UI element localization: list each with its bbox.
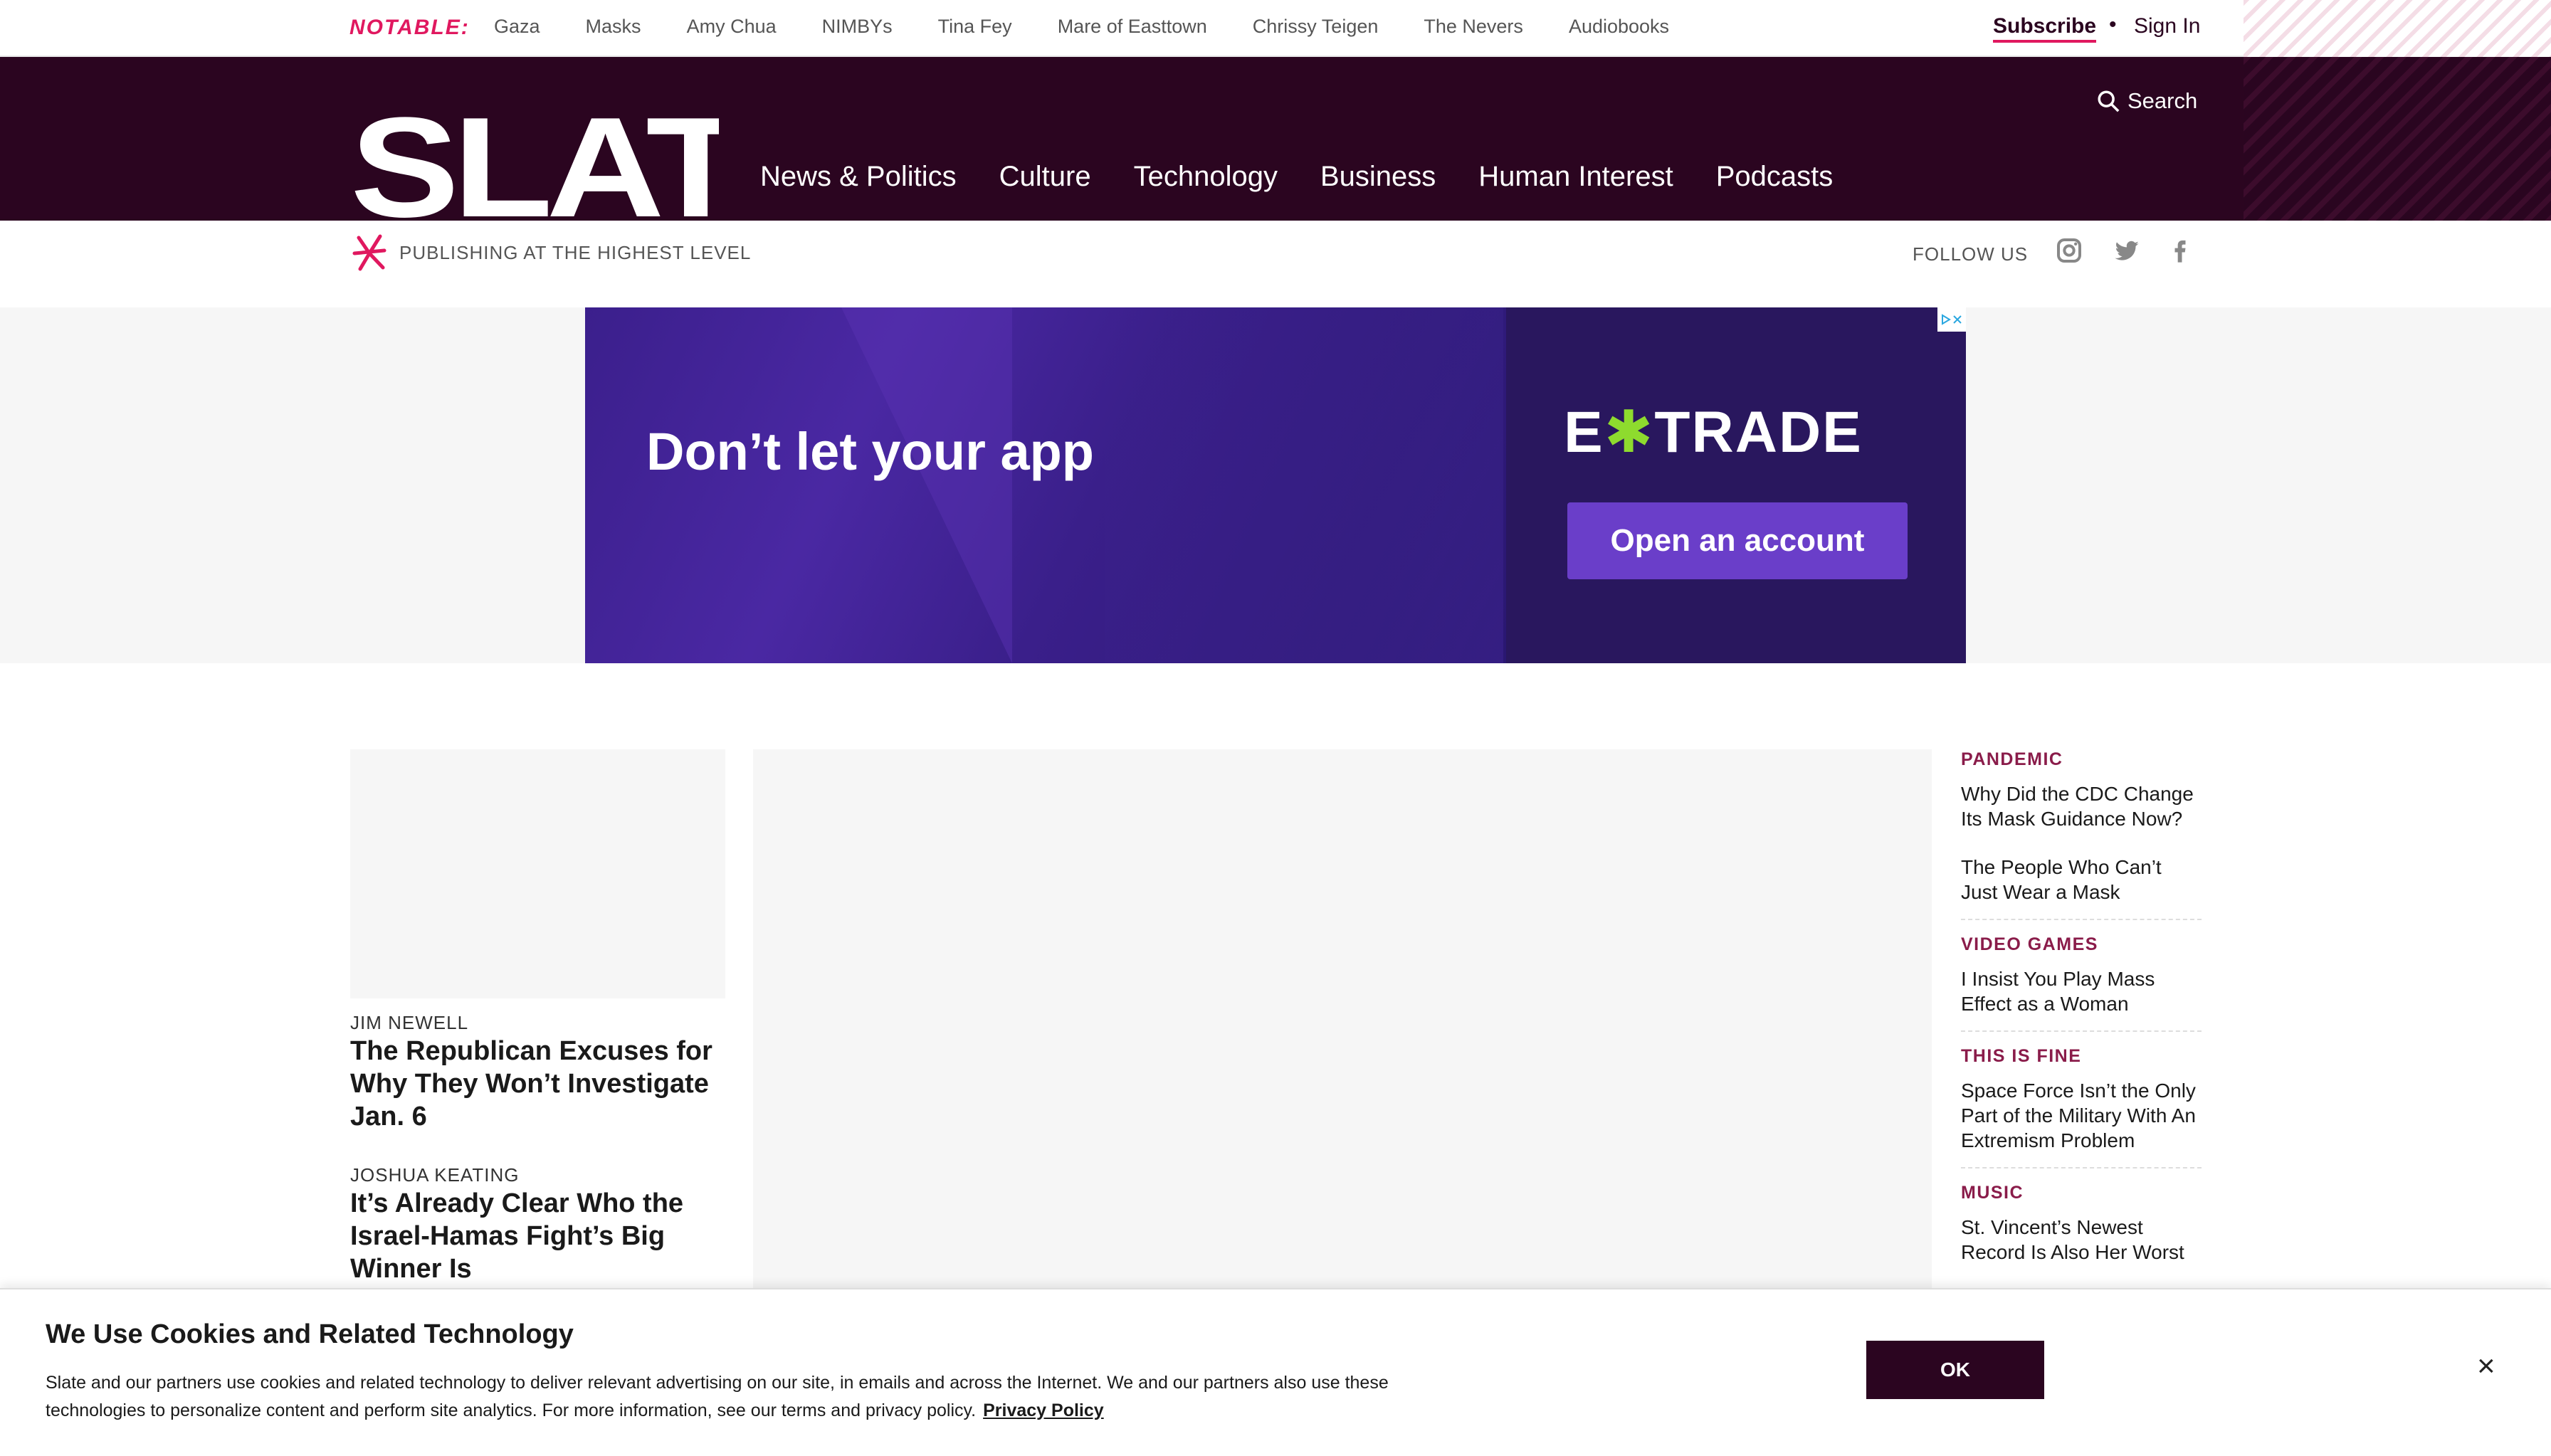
nav-human-interest[interactable]: Human Interest	[1478, 161, 1673, 193]
instagram-icon[interactable]	[2055, 236, 2083, 265]
search-label: Search	[2127, 88, 2198, 113]
adchoices-icon[interactable]	[1937, 307, 1966, 332]
adchoices-play-icon	[1942, 314, 1951, 325]
sidebar-divider	[1961, 919, 2202, 920]
cookie-banner: We Use Cookies and Related Technology Sl…	[0, 1288, 2551, 1456]
nav-business[interactable]: Business	[1320, 161, 1436, 193]
cookie-body-text: Slate and our partners use cookies and r…	[46, 1373, 1389, 1420]
cookie-ok-button[interactable]: OK	[1866, 1341, 2044, 1399]
sidebar-kicker[interactable]: PANDEMIC	[1961, 749, 2202, 770]
facebook-icon[interactable]	[2166, 236, 2194, 265]
twitter-icon[interactable]	[2113, 236, 2141, 265]
nav-technology[interactable]: Technology	[1134, 161, 1278, 193]
sidebar-kicker[interactable]: VIDEO GAMES	[1961, 934, 2202, 955]
notable-link-the-nevers[interactable]: The Nevers	[1424, 16, 1523, 38]
story-image-placeholder[interactable]	[350, 749, 725, 998]
account-separator: •	[2109, 13, 2117, 36]
sidebar-kicker[interactable]: MUSIC	[1961, 1183, 2202, 1203]
cookie-body: Slate and our partners use cookies and r…	[46, 1369, 1412, 1425]
notable-link-audiobooks[interactable]: Audiobooks	[1569, 16, 1669, 38]
sign-in-link[interactable]: Sign In	[2134, 14, 2200, 38]
subscribe-link[interactable]: Subscribe	[1993, 14, 2097, 43]
decorative-stripes-dark	[2244, 57, 2551, 221]
story-author[interactable]: JIM NEWELL	[350, 1012, 468, 1034]
tagline-text: PUBLISHING AT THE HIGHEST LEVEL	[399, 242, 752, 263]
etrade-logo-right: TRADE	[1654, 400, 1863, 465]
close-icon	[1953, 315, 1962, 324]
ad-headline: Don’t let your app	[646, 422, 1094, 481]
notable-link-nimbys[interactable]: NIMBYs	[822, 16, 893, 38]
main-nav: News & Politics Culture Technology Busin…	[760, 161, 1876, 193]
ad-right-panel	[1506, 307, 1966, 663]
notable-link-amy-chua[interactable]: Amy Chua	[687, 16, 777, 38]
notable-link-tina-fey[interactable]: Tina Fey	[938, 16, 1012, 38]
etrade-logo: E✱TRADE	[1564, 399, 1863, 466]
story-headline[interactable]: The Republican Excuses for Why They Won’…	[350, 1035, 725, 1133]
notable-link-gaza[interactable]: Gaza	[494, 16, 540, 38]
etrade-ad[interactable]: Don’t let your app E✱TRADE Open an accou…	[585, 307, 1966, 663]
sidebar-link[interactable]: I Insist You Play Mass Effect as a Woman	[1961, 966, 2202, 1016]
close-icon[interactable]: ×	[2477, 1351, 2495, 1382]
lead-story-placeholder[interactable]	[753, 749, 1932, 1304]
sidebar-divider	[1961, 1167, 2202, 1169]
nav-podcasts[interactable]: Podcasts	[1716, 161, 1834, 193]
nav-news-politics[interactable]: News & Politics	[760, 161, 957, 193]
story-author[interactable]: JOSHUA KEATING	[350, 1164, 519, 1186]
site-header	[0, 57, 2244, 221]
slate-star-icon	[352, 234, 386, 271]
notable-links: Gaza Masks Amy Chua NIMBYs Tina Fey Mare…	[494, 16, 1715, 38]
nav-culture[interactable]: Culture	[999, 161, 1091, 193]
search-button[interactable]: Search	[2096, 88, 2197, 114]
story-headline[interactable]: It’s Already Clear Who the Israel-Hamas …	[350, 1187, 725, 1285]
sidebar-divider	[1961, 1030, 2202, 1032]
slate-logo[interactable]: SLATE	[350, 112, 719, 221]
notable-link-masks[interactable]: Masks	[586, 16, 641, 38]
sidebar: PANDEMIC Why Did the CDC Change Its Mask…	[1961, 749, 2202, 1265]
sidebar-kicker[interactable]: THIS IS FINE	[1961, 1046, 2202, 1067]
ad-decoration	[841, 307, 1012, 663]
sidebar-link[interactable]: St. Vincent’s Newest Record Is Also Her …	[1961, 1215, 2202, 1265]
sidebar-link[interactable]: Space Force Isn’t the Only Part of the M…	[1961, 1078, 2202, 1153]
open-account-button[interactable]: Open an account	[1567, 502, 1908, 579]
slate-logo-text: SLATE	[350, 112, 719, 221]
follow-us-label: FOLLOW US	[1913, 243, 2029, 265]
ad-decoration	[1105, 307, 1503, 663]
notable-label: NOTABLE:	[349, 16, 470, 39]
etrade-logo-x: ✱	[1604, 400, 1655, 465]
notable-link-chrissy-teigen[interactable]: Chrissy Teigen	[1253, 16, 1379, 38]
sidebar-link[interactable]: The People Who Can’t Just Wear a Mask	[1961, 855, 2202, 904]
notable-link-mare-of-easttown[interactable]: Mare of Easttown	[1058, 16, 1207, 38]
sidebar-link[interactable]: Why Did the CDC Change Its Mask Guidance…	[1961, 781, 2202, 831]
cookie-title: We Use Cookies and Related Technology	[46, 1319, 574, 1349]
privacy-policy-link[interactable]: Privacy Policy	[983, 1400, 1104, 1420]
etrade-logo-left: E	[1564, 400, 1604, 465]
search-icon	[2098, 90, 2120, 112]
